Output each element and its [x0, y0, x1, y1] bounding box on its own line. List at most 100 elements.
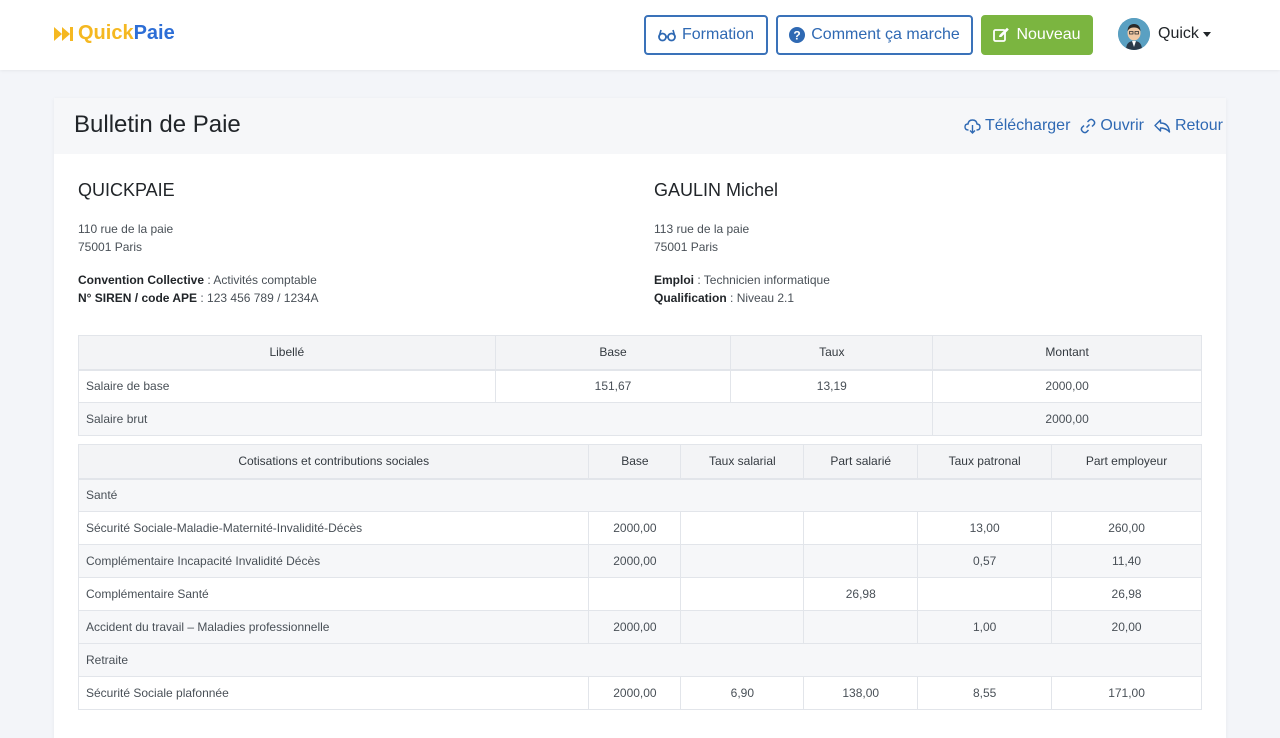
nouveau-label: Nouveau: [1016, 26, 1081, 43]
table-row: Sécurité Sociale-Maladie-Maternité-Inval…: [77, 511, 1202, 545]
cell-label: Accident du travail – Maladies professio…: [77, 610, 590, 644]
table-row: Complémentaire Incapacité Invalidité Déc…: [77, 544, 1202, 578]
cell-taux-salarial: 6,90: [680, 676, 805, 710]
cell-taux-patronal: 8,55: [917, 676, 1053, 710]
cell-part-salarie: [803, 610, 919, 644]
chevron-down-icon: [1202, 31, 1211, 37]
section-sante: Santé: [78, 478, 1202, 512]
cell-taux-patronal: 1,00: [917, 610, 1053, 644]
cell-taux-salarial: [680, 577, 805, 611]
cell-taux-salarial: [680, 610, 805, 644]
emploi: Emploi : Technicien informatique: [654, 271, 830, 289]
col-taux: Taux: [730, 335, 934, 371]
col-libelle: Libellé: [78, 335, 496, 371]
nouveau-button[interactable]: Nouveau: [981, 15, 1093, 55]
convention-value: : Activités comptable: [204, 273, 317, 287]
siren-value: : 123 456 789 / 1234A: [197, 291, 319, 305]
user-menu[interactable]: Quick: [1118, 18, 1211, 50]
section-row: Santé: [78, 478, 1202, 512]
brand-paie: Paie: [133, 22, 175, 44]
cell-part-employeur: 11,40: [1051, 544, 1202, 578]
telecharger-link[interactable]: Télécharger: [964, 117, 1070, 135]
link-icon: [1081, 118, 1096, 134]
cell-part-employeur: 20,00: [1051, 610, 1202, 644]
emploi-value: : Technicien informatique: [694, 273, 830, 287]
table-row: Accident du travail – Maladies professio…: [77, 610, 1202, 644]
edit-icon: [993, 27, 1010, 42]
ouvrir-link[interactable]: Ouvrir: [1080, 117, 1144, 135]
company-address-line2: 75001 Paris: [78, 240, 143, 254]
cotisations-header-row: Cotisations et contributions sociales Ba…: [77, 444, 1202, 480]
cell-montant: 2000,00: [932, 369, 1202, 403]
page-title: Bulletin de Paie: [74, 111, 241, 138]
employee-address-line2: 75001 Paris: [654, 240, 719, 254]
cell-montant: 2000,00: [932, 402, 1202, 436]
avatar: [1118, 18, 1150, 50]
user-name: Quick: [1158, 25, 1199, 42]
employee-address-line1: 113 rue de la paie: [654, 222, 750, 236]
fast-forward-icon: [54, 26, 73, 41]
col-part-employeur: Part employeur: [1051, 444, 1202, 480]
cell-label: Sécurité Sociale plafonnée: [77, 676, 590, 710]
table-row: Complémentaire Santé 26,98 26,98: [77, 577, 1202, 611]
cell-part-salarie: 138,00: [803, 676, 919, 710]
company-info: QUICKPAIE 110 rue de la paie 75001 Paris…: [78, 179, 318, 307]
employee-info: GAULIN Michel 113 rue de la paie 75001 P…: [654, 179, 830, 307]
cell-base: 2000,00: [588, 511, 682, 545]
company-address-line1: 110 rue de la paie: [78, 222, 174, 236]
telecharger-label: Télécharger: [985, 117, 1071, 134]
col-base: Base: [494, 335, 732, 371]
cell-taux-patronal: 13,00: [917, 511, 1053, 545]
table-row: Salaire de base 151,67 13,19 2000,00: [78, 369, 1202, 403]
cell-part-employeur: 171,00: [1051, 676, 1202, 710]
cell-base: 2000,00: [588, 544, 682, 578]
emploi-label: Emploi: [654, 273, 695, 287]
brand-quick: Quick: [78, 22, 134, 44]
cell-part-salarie: [803, 511, 919, 545]
card-header: Bulletin de Paie Télécharger Ouvrir Reto…: [54, 98, 1226, 154]
cell-base: 2000,00: [588, 676, 682, 710]
siren-ape: N° SIREN / code APE : 123 456 789 / 1234…: [78, 289, 318, 307]
cell-libelle: Salaire brut: [77, 402, 934, 436]
col-part-salarie: Part salarié: [803, 444, 919, 480]
table-row: Sécurité Sociale plafonnée 2000,00 6,90 …: [77, 676, 1202, 710]
top-navbar: Quick Paie Formation ? Comment ça marche …: [0, 0, 1280, 70]
comment-ca-marche-button[interactable]: ? Comment ça marche: [776, 15, 973, 55]
glasses-icon: [658, 29, 676, 42]
cell-part-salarie: [803, 544, 919, 578]
card-actions: Télécharger Ouvrir Retour: [964, 117, 1223, 135]
cell-label: Complémentaire Incapacité Invalidité Déc…: [77, 544, 590, 578]
col-montant: Montant: [932, 335, 1202, 371]
comment-label: Comment ça marche: [811, 26, 960, 43]
cell-libelle: Salaire de base: [78, 369, 496, 403]
formation-button[interactable]: Formation: [644, 15, 768, 55]
table-row: Salaire brut 2000,00: [77, 402, 1202, 436]
cell-base: 2000,00: [588, 610, 682, 644]
payslip-card: Bulletin de Paie Télécharger Ouvrir Reto…: [54, 98, 1226, 738]
cell-taux: 13,19: [730, 369, 934, 403]
qualification-label: Qualification: [654, 291, 727, 305]
question-circle-icon: ?: [789, 27, 806, 43]
col-cotisations: Cotisations et contributions sociales: [77, 444, 590, 480]
svg-text:?: ?: [794, 29, 801, 43]
reply-icon: [1154, 119, 1171, 133]
col-base: Base: [588, 444, 682, 480]
qualification-value: : Niveau 2.1: [726, 291, 795, 305]
cell-taux-salarial: [680, 544, 805, 578]
cloud-download-icon: [964, 118, 981, 134]
cell-taux-salarial: [680, 511, 805, 545]
cell-label: Complémentaire Santé: [77, 577, 590, 611]
company-address: 110 rue de la paie 75001 Paris: [78, 220, 318, 256]
employee-name: GAULIN Michel: [654, 180, 779, 200]
retour-link[interactable]: Retour: [1154, 117, 1223, 135]
cell-part-salarie: 26,98: [803, 577, 919, 611]
section-retraite: Retraite: [78, 643, 1202, 677]
salary-header-row: Libellé Base Taux Montant: [78, 335, 1202, 371]
cell-part-employeur: 260,00: [1051, 511, 1202, 545]
brand-logo[interactable]: Quick Paie: [54, 22, 175, 45]
cell-taux-patronal: 0,57: [917, 544, 1053, 578]
siren-label: N° SIREN / code APE: [78, 291, 198, 305]
qualification: Qualification : Niveau 2.1: [654, 289, 830, 307]
cell-part-employeur: 26,98: [1051, 577, 1202, 611]
employee-address: 113 rue de la paie 75001 Paris: [654, 220, 830, 256]
